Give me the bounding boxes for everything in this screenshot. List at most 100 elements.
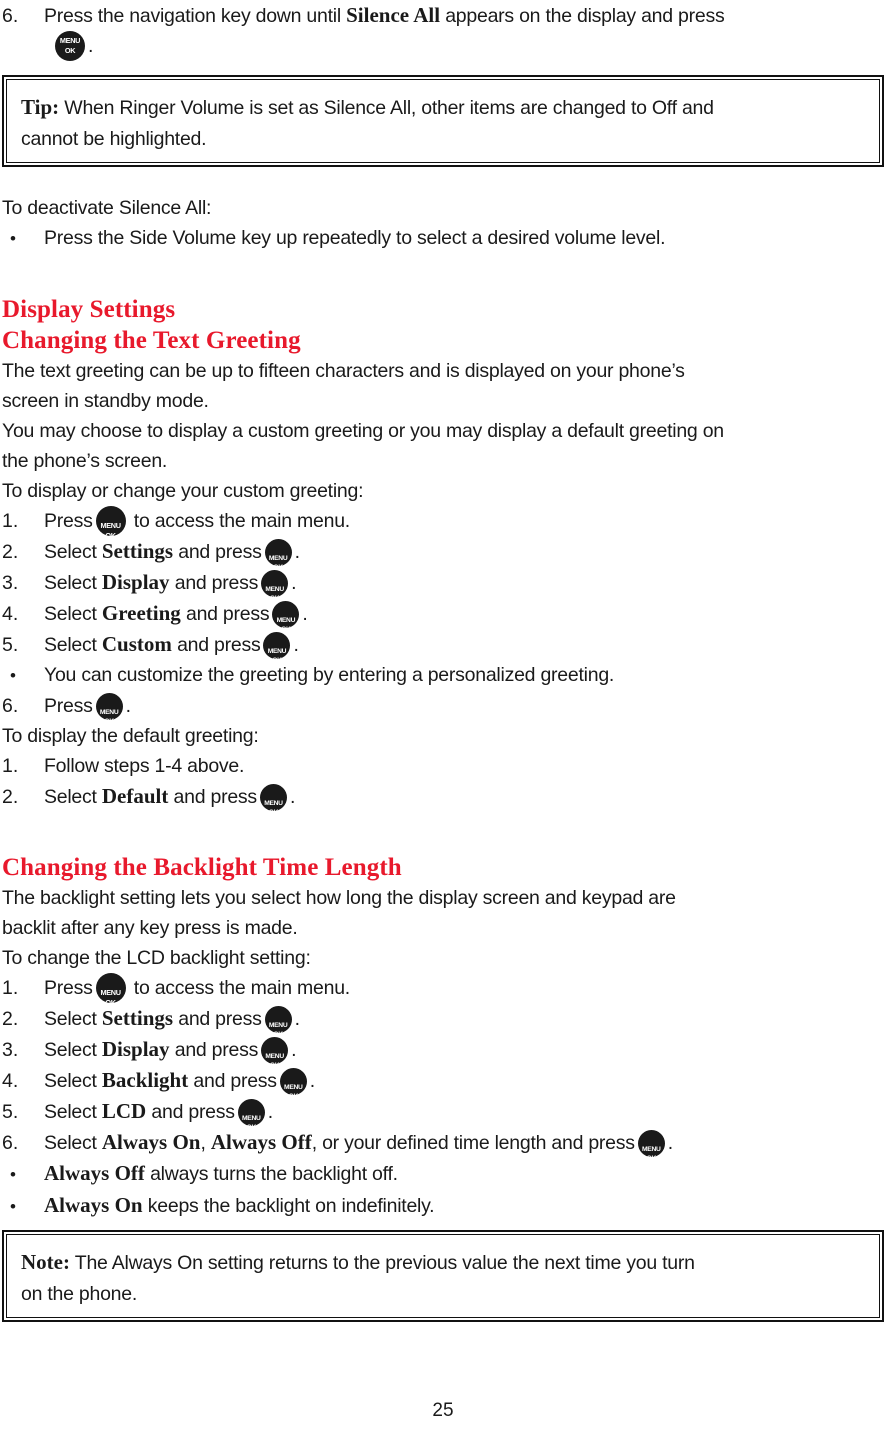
step-post: and press bbox=[178, 1008, 262, 1030]
step-text: Select Display and pressMENUOK. bbox=[44, 1034, 886, 1065]
menu-ok-key-line1: MENU bbox=[59, 36, 81, 45]
step-text: Select Settings and pressMENUOK. bbox=[44, 536, 886, 567]
step-post: and press bbox=[185, 603, 270, 625]
menu-ok-key-icon[interactable]: MENUOK bbox=[237, 1099, 265, 1127]
menu-ok-key-icon[interactable]: MENUOK bbox=[264, 539, 292, 566]
menu-ok-key-line2: OK bbox=[64, 46, 76, 55]
step-post: and press bbox=[178, 541, 262, 563]
step-post: to access the main menu. bbox=[133, 510, 350, 532]
step-post: to access the main menu. bbox=[133, 977, 350, 999]
step-post: and press bbox=[174, 572, 259, 594]
term-always-on: Always On bbox=[101, 1130, 201, 1154]
customize-bullet-text: You can customize the greeting by enteri… bbox=[44, 664, 615, 686]
menu-ok-key-icon[interactable]: MENUOK bbox=[272, 601, 300, 628]
step-text: Select Settings and pressMENUOK. bbox=[44, 1003, 886, 1034]
step-period: . bbox=[294, 1008, 300, 1030]
backlight-bullet-row-1: • Always Off always turns the backlight … bbox=[2, 1158, 886, 1190]
menu-ok-key-line2: OK bbox=[263, 646, 290, 660]
step-period: . bbox=[293, 634, 299, 656]
step-pre: Press bbox=[44, 510, 93, 532]
note-callout-box: Note: The Always On setting returns to t… bbox=[2, 1230, 884, 1322]
tip-line-1: Tip: When Ringer Volume is set as Silenc… bbox=[21, 92, 865, 124]
bullet-text-rest: always turns the backlight off. bbox=[144, 1163, 398, 1185]
step-period: . bbox=[294, 541, 300, 563]
bullet-text: Always Off always turns the backlight of… bbox=[44, 1158, 886, 1189]
menu-ok-key-icon[interactable]: MENUOK bbox=[261, 1037, 289, 1065]
note-line-2: on the phone. bbox=[21, 1283, 138, 1305]
step-marker: 1. bbox=[2, 755, 19, 777]
tip-text-1: When Ringer Volume is set as Silence All… bbox=[59, 97, 714, 119]
backlight-paragraph-line-1: The backlight setting lets you select ho… bbox=[2, 887, 676, 909]
tip-line-2: cannot be highlighted. bbox=[21, 128, 207, 150]
menu-ok-key-icon[interactable]: MENU OK bbox=[55, 31, 85, 61]
menu-ok-key-icon[interactable]: MENUOK bbox=[261, 570, 289, 597]
term-always-on: Always On bbox=[44, 1193, 143, 1217]
step-post: and press bbox=[173, 786, 258, 808]
step-marker: 2. bbox=[2, 1008, 19, 1030]
menu-ok-key-line2: OK bbox=[105, 998, 116, 1003]
step-continuation-period: . bbox=[88, 35, 94, 57]
menu-ok-key-icon[interactable]: MENUOK bbox=[95, 973, 126, 1003]
step-text: Press MENU OK to access the main menu. bbox=[44, 506, 886, 536]
deactivate-silence-all-section: To deactivate Silence All: • Press the S… bbox=[0, 193, 886, 254]
step-pre: Select bbox=[44, 1039, 97, 1061]
menu-ok-key-line2: OK bbox=[105, 531, 116, 536]
menu-ok-key-icon[interactable]: MENUOK bbox=[95, 506, 126, 536]
step-marker: 6. bbox=[2, 5, 19, 27]
deactivate-intro: To deactivate Silence All: bbox=[2, 197, 212, 219]
menu-ok-key-icon[interactable]: MENUOK bbox=[279, 1068, 307, 1095]
step-pre: Press bbox=[44, 977, 93, 999]
backlight-step-row-5: 5. Select LCD and pressMENUOK. bbox=[2, 1096, 886, 1127]
step-period: . bbox=[291, 572, 297, 594]
step-text: Select Default and pressMENUOK. bbox=[44, 781, 886, 812]
step-period: . bbox=[267, 1101, 273, 1123]
step-marker: 6. bbox=[2, 1132, 19, 1154]
term-custom: Custom bbox=[101, 632, 172, 656]
step-text: Select Backlight and pressMENUOK. bbox=[44, 1065, 886, 1096]
custom-step-row-2: 2. Select Settings and pressMENUOK. bbox=[2, 536, 886, 567]
greeting-paragraph-line-4: the phone’s screen. bbox=[2, 450, 168, 472]
custom-step-row-3: 3. Select Display and pressMENUOK. bbox=[2, 567, 886, 598]
custom-step-row-6: 6. PressMENUOK. bbox=[2, 691, 886, 721]
step-post: and press bbox=[193, 1070, 277, 1092]
document-page: 6. Press the navigation key down until S… bbox=[0, 0, 886, 1446]
menu-ok-key-icon[interactable]: MENUOK bbox=[263, 632, 291, 660]
menu-ok-key-icon[interactable]: MENUOK bbox=[637, 1130, 665, 1158]
menu-ok-key-icon[interactable]: MENUOK bbox=[264, 1006, 292, 1033]
step-marker: 1. bbox=[2, 977, 19, 999]
default-step-row-1: 1. Follow steps 1-4 above. bbox=[2, 751, 886, 781]
step-period: . bbox=[309, 1070, 315, 1092]
menu-ok-key-line2: OK bbox=[96, 707, 123, 721]
step-period: . bbox=[302, 603, 308, 625]
menu-ok-key-icon[interactable]: MENUOK bbox=[95, 693, 123, 721]
term-default: Default bbox=[101, 784, 169, 808]
step-marker: 4. bbox=[2, 1070, 19, 1092]
step-period: . bbox=[125, 695, 131, 717]
custom-greeting-intro: To display or change your custom greetin… bbox=[2, 480, 364, 502]
step-marker: 3. bbox=[2, 572, 19, 594]
step-pre: Select bbox=[44, 1008, 97, 1030]
tip-callout-inner: Tip: When Ringer Volume is set as Silenc… bbox=[6, 79, 880, 163]
menu-ok-key-line2: OK bbox=[261, 1051, 288, 1065]
step-text: Select LCD and pressMENUOK. bbox=[44, 1096, 886, 1127]
customize-bullet-row: • You can customize the greeting by ente… bbox=[2, 660, 886, 691]
display-settings-section: Display Settings Changing the Text Greet… bbox=[0, 294, 886, 812]
step-text: Follow steps 1-4 above. bbox=[44, 755, 245, 777]
step-text: Select Greeting and pressMENUOK. bbox=[44, 598, 886, 629]
note-line-1: Note: The Always On setting returns to t… bbox=[21, 1247, 865, 1279]
deactivate-bullet-text: Press the Side Volume key up repeatedly … bbox=[44, 227, 666, 249]
sub-heading-backlight: Changing the Backlight Time Length bbox=[2, 854, 402, 881]
bullet-marker: • bbox=[10, 1165, 16, 1184]
greeting-paragraph-line-1: The text greeting can be up to fifteen c… bbox=[2, 360, 685, 382]
bullet-text-rest: keeps the backlight on indefinitely. bbox=[142, 1195, 435, 1217]
custom-step-row-5: 5. Select Custom and pressMENUOK. bbox=[2, 629, 886, 660]
step-post: and press bbox=[177, 634, 261, 656]
greeting-paragraph-line-3: You may choose to display a custom greet… bbox=[2, 420, 724, 442]
menu-ok-key-icon[interactable]: MENUOK bbox=[259, 784, 287, 811]
step-text: Select Display and pressMENUOK. bbox=[44, 567, 886, 598]
step-post: and press bbox=[174, 1039, 259, 1061]
step-pre: Select bbox=[44, 541, 97, 563]
menu-ok-key-line2: OK bbox=[638, 1144, 665, 1158]
menu-ok-key-line2: OK bbox=[238, 1113, 265, 1127]
step-text: Select Always On, Always Off, or your de… bbox=[44, 1127, 886, 1158]
